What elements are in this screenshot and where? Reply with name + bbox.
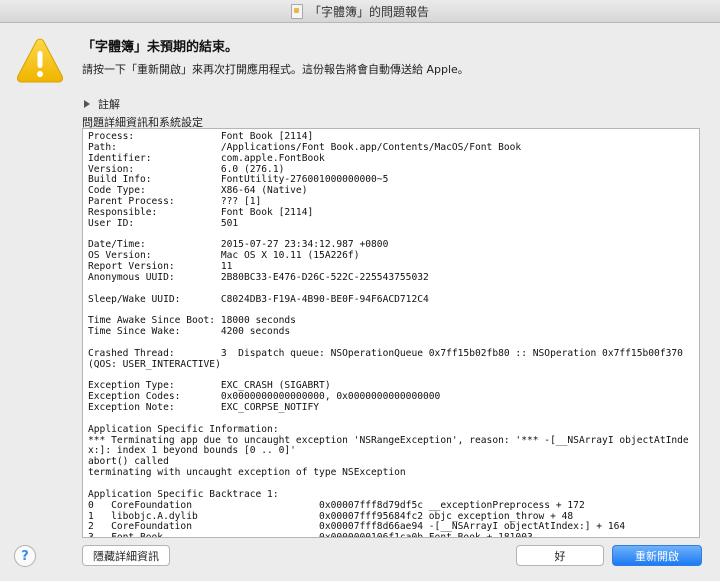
window-titlebar: 「字體簿」的問題報告 — [0, 0, 720, 23]
alert-message: 請按一下「重新開啟」來再次打開應用程式。這份報告將會自動傳送給 Apple。 — [82, 63, 469, 76]
problem-report-text[interactable]: Process: Font Book [2114] Path: /Applica… — [83, 129, 699, 537]
warning-triangle-icon — [16, 38, 64, 83]
hide-details-button[interactable]: 隱藏詳細資訊 — [82, 545, 170, 566]
window-title: 「字體簿」的問題報告 — [308, 4, 429, 19]
document-icon — [290, 3, 303, 19]
comments-label: 註解 — [98, 98, 120, 111]
problem-details-textview[interactable]: Process: Font Book [2114] Path: /Applica… — [82, 128, 700, 538]
alert-heading: 「字體簿」未預期的結束。 — [82, 40, 239, 55]
ok-button[interactable]: 好 — [516, 545, 604, 566]
help-button[interactable]: ? — [14, 545, 36, 567]
disclosure-triangle-icon[interactable] — [84, 100, 90, 108]
comments-disclosure[interactable]: 註解 — [84, 96, 120, 112]
reopen-button[interactable]: 重新開啟 — [612, 545, 702, 566]
